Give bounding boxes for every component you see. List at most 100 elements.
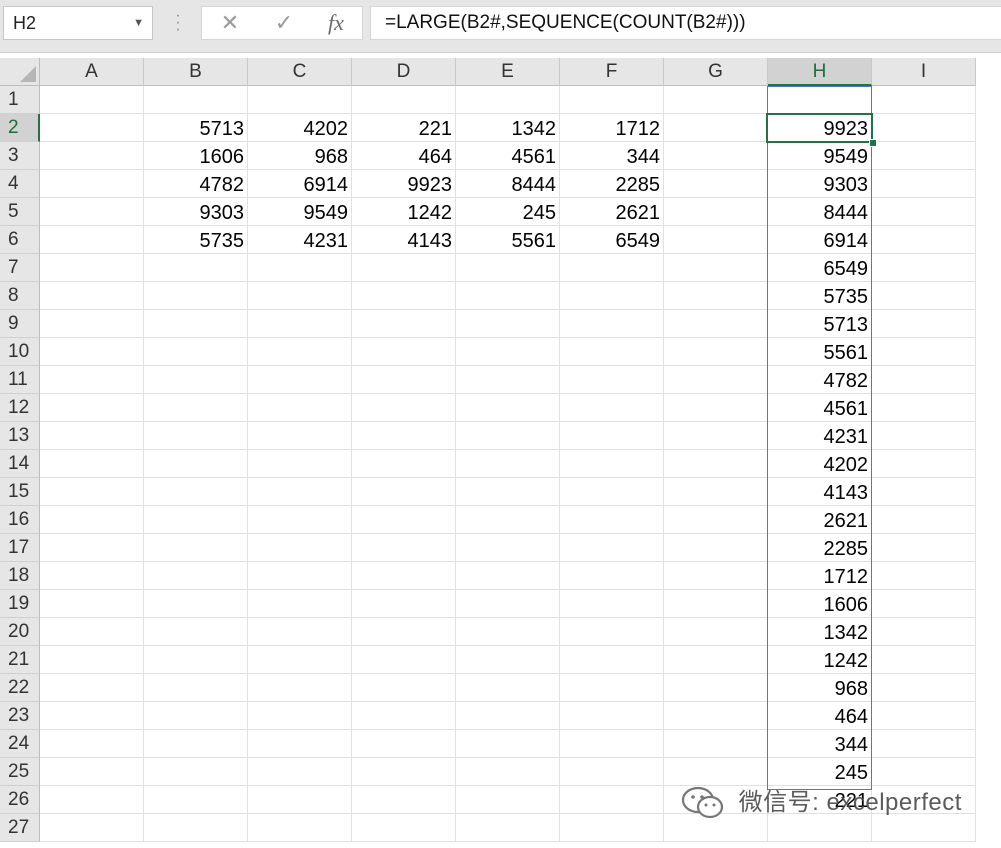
cell-h11[interactable]: 4782 xyxy=(768,366,872,394)
cell-i22[interactable] xyxy=(872,674,976,702)
cell-a6[interactable] xyxy=(40,226,144,254)
cell-e7[interactable] xyxy=(456,254,560,282)
row-header-25[interactable]: 25 xyxy=(0,758,40,786)
cell-i18[interactable] xyxy=(872,562,976,590)
cell-f7[interactable] xyxy=(560,254,664,282)
cell-g19[interactable] xyxy=(664,590,768,618)
cell-h12[interactable]: 4561 xyxy=(768,394,872,422)
cell-b7[interactable] xyxy=(144,254,248,282)
cell-f14[interactable] xyxy=(560,450,664,478)
cell-i15[interactable] xyxy=(872,478,976,506)
row-header-22[interactable]: 22 xyxy=(0,674,40,702)
cell-e5[interactable]: 245 xyxy=(456,198,560,226)
cell-h15[interactable]: 4143 xyxy=(768,478,872,506)
cell-i23[interactable] xyxy=(872,702,976,730)
cell-f15[interactable] xyxy=(560,478,664,506)
cell-e12[interactable] xyxy=(456,394,560,422)
cell-f27[interactable] xyxy=(560,814,664,842)
cell-f13[interactable] xyxy=(560,422,664,450)
cell-g4[interactable] xyxy=(664,170,768,198)
cell-h20[interactable]: 1342 xyxy=(768,618,872,646)
cell-i13[interactable] xyxy=(872,422,976,450)
cell-a19[interactable] xyxy=(40,590,144,618)
cell-b21[interactable] xyxy=(144,646,248,674)
cell-g8[interactable] xyxy=(664,282,768,310)
cell-i11[interactable] xyxy=(872,366,976,394)
cell-f3[interactable]: 344 xyxy=(560,142,664,170)
cell-a14[interactable] xyxy=(40,450,144,478)
cell-b2[interactable]: 5713 xyxy=(144,114,248,142)
cell-f10[interactable] xyxy=(560,338,664,366)
cell-b25[interactable] xyxy=(144,758,248,786)
cell-a8[interactable] xyxy=(40,282,144,310)
cell-d20[interactable] xyxy=(352,618,456,646)
column-header-c[interactable]: C xyxy=(248,58,352,86)
cell-d17[interactable] xyxy=(352,534,456,562)
cell-i12[interactable] xyxy=(872,394,976,422)
cell-b13[interactable] xyxy=(144,422,248,450)
formula-input[interactable]: =LARGE(B2#,SEQUENCE(COUNT(B2#))) xyxy=(370,6,1001,40)
cell-c27[interactable] xyxy=(248,814,352,842)
cell-c10[interactable] xyxy=(248,338,352,366)
cell-c20[interactable] xyxy=(248,618,352,646)
cell-b8[interactable] xyxy=(144,282,248,310)
cell-a24[interactable] xyxy=(40,730,144,758)
cell-h8[interactable]: 5735 xyxy=(768,282,872,310)
row-header-19[interactable]: 19 xyxy=(0,590,40,618)
cell-h16[interactable]: 2621 xyxy=(768,506,872,534)
cell-i17[interactable] xyxy=(872,534,976,562)
cell-c8[interactable] xyxy=(248,282,352,310)
cell-e22[interactable] xyxy=(456,674,560,702)
cell-g11[interactable] xyxy=(664,366,768,394)
cell-g2[interactable] xyxy=(664,114,768,142)
cell-f17[interactable] xyxy=(560,534,664,562)
cell-g18[interactable] xyxy=(664,562,768,590)
row-header-1[interactable]: 1 xyxy=(0,86,40,114)
cell-c21[interactable] xyxy=(248,646,352,674)
enter-icon[interactable]: ✓ xyxy=(264,7,304,39)
cell-b26[interactable] xyxy=(144,786,248,814)
row-header-12[interactable]: 12 xyxy=(0,394,40,422)
cell-e1[interactable] xyxy=(456,86,560,114)
cell-h7[interactable]: 6549 xyxy=(768,254,872,282)
cell-b9[interactable] xyxy=(144,310,248,338)
row-header-9[interactable]: 9 xyxy=(0,310,40,338)
cell-d4[interactable]: 9923 xyxy=(352,170,456,198)
cell-g17[interactable] xyxy=(664,534,768,562)
cell-d10[interactable] xyxy=(352,338,456,366)
cell-a23[interactable] xyxy=(40,702,144,730)
cell-f12[interactable] xyxy=(560,394,664,422)
cell-d27[interactable] xyxy=(352,814,456,842)
cell-g7[interactable] xyxy=(664,254,768,282)
cell-f1[interactable] xyxy=(560,86,664,114)
row-header-26[interactable]: 26 xyxy=(0,786,40,814)
cell-d23[interactable] xyxy=(352,702,456,730)
cell-i20[interactable] xyxy=(872,618,976,646)
cell-h1[interactable] xyxy=(768,86,872,114)
row-header-8[interactable]: 8 xyxy=(0,282,40,310)
fill-handle[interactable] xyxy=(869,139,877,147)
cell-h22[interactable]: 968 xyxy=(768,674,872,702)
cell-b18[interactable] xyxy=(144,562,248,590)
cell-e25[interactable] xyxy=(456,758,560,786)
cell-a5[interactable] xyxy=(40,198,144,226)
cell-d2[interactable]: 221 xyxy=(352,114,456,142)
cell-c2[interactable]: 4202 xyxy=(248,114,352,142)
cell-d14[interactable] xyxy=(352,450,456,478)
cell-h21[interactable]: 1242 xyxy=(768,646,872,674)
cell-c12[interactable] xyxy=(248,394,352,422)
cell-b22[interactable] xyxy=(144,674,248,702)
cell-h17[interactable]: 2285 xyxy=(768,534,872,562)
cell-h19[interactable]: 1606 xyxy=(768,590,872,618)
cell-d26[interactable] xyxy=(352,786,456,814)
row-header-3[interactable]: 3 xyxy=(0,142,40,170)
cell-i7[interactable] xyxy=(872,254,976,282)
cell-g1[interactable] xyxy=(664,86,768,114)
cell-a25[interactable] xyxy=(40,758,144,786)
cell-f26[interactable] xyxy=(560,786,664,814)
cell-c14[interactable] xyxy=(248,450,352,478)
cell-b20[interactable] xyxy=(144,618,248,646)
cell-a9[interactable] xyxy=(40,310,144,338)
cell-a27[interactable] xyxy=(40,814,144,842)
cell-f6[interactable]: 6549 xyxy=(560,226,664,254)
